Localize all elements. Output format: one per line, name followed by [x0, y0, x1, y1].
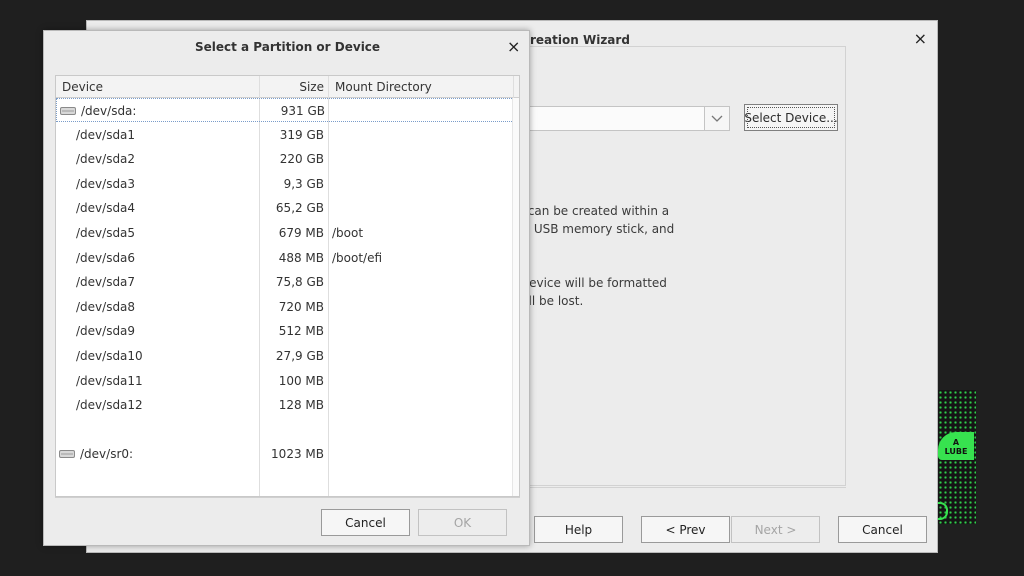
- device-size: 512 MB: [278, 324, 324, 339]
- device-name: /dev/sda:: [81, 104, 137, 118]
- select-device-button[interactable]: Select Device...: [744, 104, 838, 131]
- device-size: 679 MB: [278, 226, 324, 240]
- prev-button[interactable]: < Prev: [641, 516, 730, 543]
- device-row[interactable]: /dev/sda8 720 MB: [56, 295, 514, 319]
- column-header-device[interactable]: Device: [62, 76, 103, 98]
- device-row[interactable]: /dev/sda10 27,9 GB: [56, 344, 514, 368]
- device-row[interactable]: /dev/sda11 100 MB: [56, 369, 514, 393]
- device-name: /dev/sda4: [76, 201, 136, 216]
- disk-icon: [59, 450, 75, 459]
- column-header-size[interactable]: Size: [206, 76, 324, 98]
- background-logo-decoration: A LUBE: [938, 390, 976, 524]
- device-size: 27,9 GB: [275, 349, 324, 363]
- dialog-title: Select a Partition or Device: [194, 40, 381, 54]
- device-name: /dev/sda6: [76, 250, 136, 265]
- device-name: /dev/sda5: [76, 226, 136, 240]
- device-size: 75,8 GB: [275, 275, 324, 290]
- device-name: /dev/sr0:: [80, 447, 134, 462]
- scrollbar[interactable]: [512, 98, 519, 496]
- device-row[interactable]: /dev/sda1 319 GB: [56, 123, 514, 147]
- device-row[interactable]: /dev/sda7 75,8 GB: [56, 270, 514, 294]
- chevron-down-icon[interactable]: [704, 106, 730, 131]
- device-size: 65,2 GB: [275, 201, 324, 216]
- list-header: Device Size Mount Directory: [56, 76, 519, 98]
- device-row[interactable]: /dev/sda6 488 MB/boot/efi: [56, 246, 514, 270]
- device-row[interactable]: /dev/sda9 512 MB: [56, 319, 514, 343]
- device-size: 100 MB: [278, 373, 324, 388]
- device-size: 128 MB: [278, 398, 324, 413]
- device-name: /dev/sda8: [76, 299, 136, 314]
- device-name: /dev/sda7: [76, 275, 136, 290]
- device-row[interactable]: /dev/sda2 220 GB: [56, 147, 514, 171]
- device-row[interactable]: /dev/sda12 128 MB: [56, 393, 514, 417]
- device-name: /dev/sda12: [76, 398, 143, 413]
- device-row[interactable]: /dev/sda5 679 MB/boot: [56, 221, 514, 245]
- logo-text: LUBE: [944, 447, 968, 456]
- device-name: /dev/sda11: [76, 373, 143, 388]
- device-size: 931 GB: [280, 104, 325, 118]
- dialog-divider: [55, 497, 520, 498]
- disk-icon: [60, 107, 76, 115]
- device-size: 720 MB: [278, 299, 324, 314]
- logo-shape: A LUBE: [938, 432, 974, 460]
- device-row[interactable]: /dev/sda: 931 GB: [56, 98, 514, 122]
- device-row[interactable]: /dev/sr0: 1023 MB: [56, 442, 514, 466]
- device-name: /dev/sda3: [76, 176, 136, 191]
- dialog-close-icon[interactable]: ×: [507, 37, 520, 56]
- logo-mark: [938, 502, 948, 520]
- device-size: 1023 MB: [271, 447, 324, 462]
- wizard-cancel-button[interactable]: Cancel: [838, 516, 927, 543]
- device-row[interactable]: /dev/sda4 65,2 GB: [56, 196, 514, 220]
- device-name: /dev/sda9: [76, 324, 136, 339]
- device-size: 319 GB: [279, 127, 324, 142]
- wizard-title: reation Wizard: [530, 33, 630, 47]
- select-partition-dialog: Select a Partition or Device × Device Si…: [43, 30, 530, 546]
- ok-button[interactable]: OK: [418, 509, 507, 536]
- device-name: /dev/sda2: [76, 152, 136, 167]
- mount-directory: /boot: [332, 226, 364, 240]
- dialog-cancel-button[interactable]: Cancel: [321, 509, 410, 536]
- device-size: 220 GB: [279, 152, 324, 167]
- help-button[interactable]: Help: [534, 516, 623, 543]
- device-size: 9,3 GB: [283, 176, 324, 191]
- next-button[interactable]: Next >: [731, 516, 820, 543]
- logo-text: A: [952, 438, 960, 447]
- device-name: /dev/sda1: [76, 127, 136, 142]
- mount-directory: /boot/efi: [332, 250, 383, 265]
- device-name: /dev/sda10: [76, 349, 143, 363]
- wizard-close-icon[interactable]: ×: [914, 29, 927, 48]
- device-list[interactable]: Device Size Mount Directory /dev/sda: 931…: [55, 75, 520, 497]
- device-size: 488 MB: [278, 250, 324, 265]
- device-row[interactable]: /dev/sda3 9,3 GB: [56, 172, 514, 196]
- column-header-mount[interactable]: Mount Directory: [335, 76, 432, 98]
